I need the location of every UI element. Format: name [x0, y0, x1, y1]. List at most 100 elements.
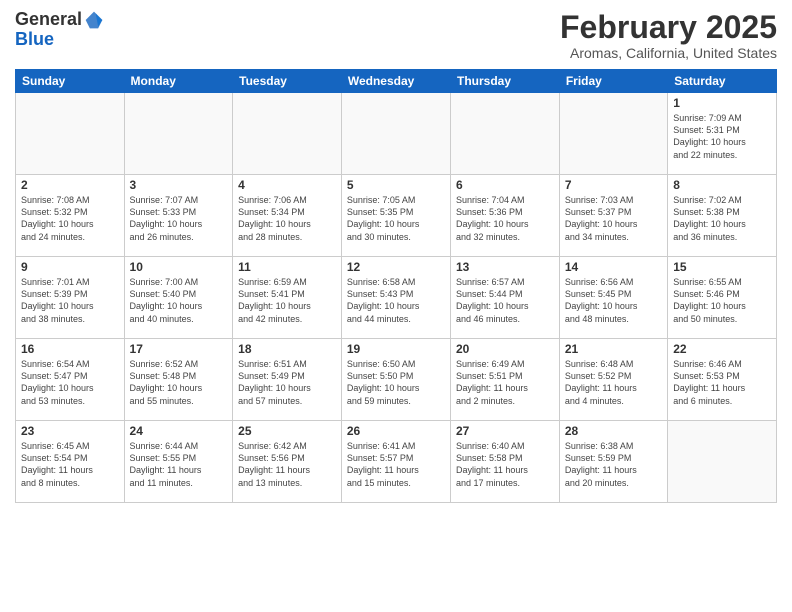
- table-row: 2 Sunrise: 7:08 AM Sunset: 5:32 PM Daylig…: [16, 175, 125, 257]
- table-row: [233, 93, 342, 175]
- page: General Blue February 2025 Aromas, Calif…: [0, 0, 792, 612]
- logo: General Blue: [15, 10, 104, 50]
- title-block: February 2025 Aromas, California, United…: [560, 10, 777, 61]
- day-info: Sunrise: 6:48 AM Sunset: 5:52 PM Dayligh…: [565, 358, 662, 407]
- table-row: 17 Sunrise: 6:52 AM Sunset: 5:48 PM Dayli…: [124, 339, 233, 421]
- table-row: [341, 93, 450, 175]
- day-number: 1: [673, 96, 771, 110]
- day-info: Sunrise: 6:42 AM Sunset: 5:56 PM Dayligh…: [238, 440, 336, 489]
- day-info: Sunrise: 6:46 AM Sunset: 5:53 PM Dayligh…: [673, 358, 771, 407]
- day-info: Sunrise: 7:02 AM Sunset: 5:38 PM Dayligh…: [673, 194, 771, 243]
- calendar-week-4: 16Sunrise: 6:54 AM Sunset: 5:47 PM Dayli…: [16, 339, 777, 421]
- table-row: 1 Sunrise: 7:09 AM Sunset: 5:31 PM Daylig…: [668, 93, 777, 175]
- table-row: 25Sunrise: 6:42 AM Sunset: 5:56 PM Dayli…: [233, 421, 342, 503]
- day-number: 6: [456, 178, 554, 192]
- day-info: Sunrise: 7:08 AM Sunset: 5:32 PM Dayligh…: [21, 194, 119, 243]
- table-row: 21 Sunrise: 6:48 AM Sunset: 5:52 PM Dayli…: [559, 339, 667, 421]
- table-row: 10 Sunrise: 7:00 AM Sunset: 5:40 PM Dayli…: [124, 257, 233, 339]
- day-number: 10: [130, 260, 228, 274]
- day-info: Sunrise: 6:55 AM Sunset: 5:46 PM Dayligh…: [673, 276, 771, 325]
- day-number: 24: [130, 424, 228, 438]
- day-info: Sunrise: 7:03 AM Sunset: 5:37 PM Dayligh…: [565, 194, 662, 243]
- calendar-title: February 2025: [560, 10, 777, 45]
- table-row: [124, 93, 233, 175]
- day-number: 21: [565, 342, 662, 356]
- header: General Blue February 2025 Aromas, Calif…: [15, 10, 777, 61]
- table-row: 23 Sunrise: 6:45 AM Sunset: 5:54 PM Dayli…: [16, 421, 125, 503]
- day-info: Sunrise: 6:41 AM Sunset: 5:57 PM Dayligh…: [347, 440, 445, 489]
- day-info: Sunrise: 6:51 AM Sunset: 5:49 PM Dayligh…: [238, 358, 336, 407]
- day-number: 3: [130, 178, 228, 192]
- day-info: Sunrise: 7:06 AM Sunset: 5:34 PM Dayligh…: [238, 194, 336, 243]
- day-number: 26: [347, 424, 445, 438]
- day-info: Sunrise: 6:54 AM Sunset: 5:47 PM Dayligh…: [21, 358, 119, 407]
- table-row: 26 Sunrise: 6:41 AM Sunset: 5:57 PM Dayli…: [341, 421, 450, 503]
- table-row: 12 Sunrise: 6:58 AM Sunset: 5:43 PM Dayli…: [341, 257, 450, 339]
- day-number: 12: [347, 260, 445, 274]
- day-number: 14: [565, 260, 662, 274]
- day-info: Sunrise: 6:59 AM Sunset: 5:41 PM Dayligh…: [238, 276, 336, 325]
- calendar-week-1: 1 Sunrise: 7:09 AM Sunset: 5:31 PM Daylig…: [16, 93, 777, 175]
- day-number: 18: [238, 342, 336, 356]
- day-number: 17: [130, 342, 228, 356]
- logo-general-text: General: [15, 10, 82, 30]
- table-row: 28 Sunrise: 6:38 AM Sunset: 5:59 PM Dayli…: [559, 421, 667, 503]
- table-row: 13Sunrise: 6:57 AM Sunset: 5:44 PM Dayli…: [451, 257, 560, 339]
- day-info: Sunrise: 7:09 AM Sunset: 5:31 PM Dayligh…: [673, 112, 771, 161]
- day-number: 2: [21, 178, 119, 192]
- calendar-subtitle: Aromas, California, United States: [560, 45, 777, 61]
- col-tuesday: Tuesday: [233, 70, 342, 93]
- table-row: 15 Sunrise: 6:55 AM Sunset: 5:46 PM Dayli…: [668, 257, 777, 339]
- table-row: 22 Sunrise: 6:46 AM Sunset: 5:53 PM Dayli…: [668, 339, 777, 421]
- col-wednesday: Wednesday: [341, 70, 450, 93]
- table-row: 20 Sunrise: 6:49 AM Sunset: 5:51 PM Dayli…: [451, 339, 560, 421]
- day-info: Sunrise: 6:58 AM Sunset: 5:43 PM Dayligh…: [347, 276, 445, 325]
- day-info: Sunrise: 6:40 AM Sunset: 5:58 PM Dayligh…: [456, 440, 554, 489]
- calendar-week-3: 9Sunrise: 7:01 AM Sunset: 5:39 PM Daylig…: [16, 257, 777, 339]
- col-monday: Monday: [124, 70, 233, 93]
- day-number: 20: [456, 342, 554, 356]
- day-number: 13: [456, 260, 554, 274]
- table-row: 8 Sunrise: 7:02 AM Sunset: 5:38 PM Daylig…: [668, 175, 777, 257]
- table-row: 3 Sunrise: 7:07 AM Sunset: 5:33 PM Daylig…: [124, 175, 233, 257]
- table-row: [668, 421, 777, 503]
- table-row: 4 Sunrise: 7:06 AM Sunset: 5:34 PM Daylig…: [233, 175, 342, 257]
- col-thursday: Thursday: [451, 70, 560, 93]
- day-number: 23: [21, 424, 119, 438]
- day-info: Sunrise: 6:56 AM Sunset: 5:45 PM Dayligh…: [565, 276, 662, 325]
- calendar-header-row: Sunday Monday Tuesday Wednesday Thursday…: [16, 70, 777, 93]
- col-friday: Friday: [559, 70, 667, 93]
- day-number: 27: [456, 424, 554, 438]
- day-number: 4: [238, 178, 336, 192]
- day-number: 8: [673, 178, 771, 192]
- day-info: Sunrise: 7:04 AM Sunset: 5:36 PM Dayligh…: [456, 194, 554, 243]
- table-row: 6 Sunrise: 7:04 AM Sunset: 5:36 PM Daylig…: [451, 175, 560, 257]
- day-number: 19: [347, 342, 445, 356]
- table-row: [451, 93, 560, 175]
- table-row: [559, 93, 667, 175]
- day-info: Sunrise: 6:44 AM Sunset: 5:55 PM Dayligh…: [130, 440, 228, 489]
- day-info: Sunrise: 6:49 AM Sunset: 5:51 PM Dayligh…: [456, 358, 554, 407]
- table-row: 11Sunrise: 6:59 AM Sunset: 5:41 PM Dayli…: [233, 257, 342, 339]
- table-row: 19Sunrise: 6:50 AM Sunset: 5:50 PM Dayli…: [341, 339, 450, 421]
- day-number: 22: [673, 342, 771, 356]
- day-number: 28: [565, 424, 662, 438]
- day-number: 7: [565, 178, 662, 192]
- table-row: 27 Sunrise: 6:40 AM Sunset: 5:58 PM Dayli…: [451, 421, 560, 503]
- day-info: Sunrise: 7:01 AM Sunset: 5:39 PM Dayligh…: [21, 276, 119, 325]
- logo-icon: [84, 10, 104, 30]
- day-info: Sunrise: 6:45 AM Sunset: 5:54 PM Dayligh…: [21, 440, 119, 489]
- day-number: 5: [347, 178, 445, 192]
- table-row: 16Sunrise: 6:54 AM Sunset: 5:47 PM Dayli…: [16, 339, 125, 421]
- table-row: 18 Sunrise: 6:51 AM Sunset: 5:49 PM Dayli…: [233, 339, 342, 421]
- day-info: Sunrise: 6:52 AM Sunset: 5:48 PM Dayligh…: [130, 358, 228, 407]
- day-info: Sunrise: 7:07 AM Sunset: 5:33 PM Dayligh…: [130, 194, 228, 243]
- calendar-week-5: 23 Sunrise: 6:45 AM Sunset: 5:54 PM Dayli…: [16, 421, 777, 503]
- day-info: Sunrise: 6:38 AM Sunset: 5:59 PM Dayligh…: [565, 440, 662, 489]
- table-row: 14 Sunrise: 6:56 AM Sunset: 5:45 PM Dayli…: [559, 257, 667, 339]
- calendar-table: Sunday Monday Tuesday Wednesday Thursday…: [15, 69, 777, 503]
- col-sunday: Sunday: [16, 70, 125, 93]
- table-row: 24 Sunrise: 6:44 AM Sunset: 5:55 PM Dayli…: [124, 421, 233, 503]
- day-info: Sunrise: 7:00 AM Sunset: 5:40 PM Dayligh…: [130, 276, 228, 325]
- day-number: 15: [673, 260, 771, 274]
